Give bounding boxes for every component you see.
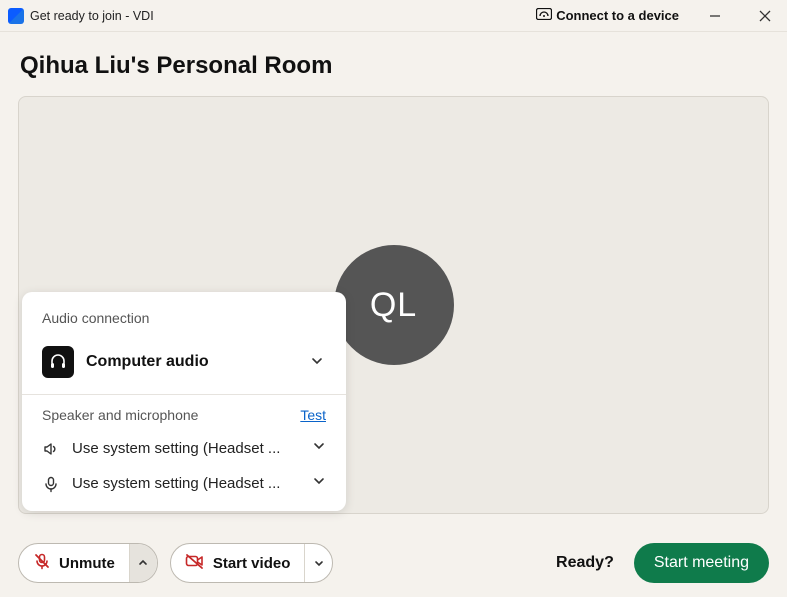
start-meeting-button[interactable]: Start meeting xyxy=(634,543,769,583)
chevron-down-icon xyxy=(310,354,326,370)
audio-popover-title: Audio connection xyxy=(22,310,346,340)
microphone-select[interactable]: Use system setting (Headset ... xyxy=(22,466,346,501)
test-audio-link[interactable]: Test xyxy=(300,407,326,423)
minimize-button[interactable] xyxy=(701,4,729,28)
camera-off-icon xyxy=(185,552,205,574)
room-title: Qihua Liu's Personal Room xyxy=(20,52,769,80)
speaker-select[interactable]: Use system setting (Headset ... xyxy=(22,431,346,466)
start-video-button[interactable]: Start video xyxy=(171,544,305,582)
start-video-options-button[interactable] xyxy=(304,544,332,582)
connect-device-label: Connect to a device xyxy=(556,8,679,23)
audio-connection-popover: Audio connection Computer audio Speaker … xyxy=(22,292,346,511)
bottom-control-bar: Unmute Start video Ready? Start meeting xyxy=(18,543,769,583)
chevron-down-icon xyxy=(312,474,326,493)
microphone-value: Use system setting (Headset ... xyxy=(72,475,300,492)
avatar-initials: QL xyxy=(370,286,417,325)
microphone-muted-icon xyxy=(33,552,51,574)
headset-icon xyxy=(42,346,74,378)
unmute-pill: Unmute xyxy=(18,543,158,583)
speaker-icon xyxy=(42,440,60,458)
unmute-button[interactable]: Unmute xyxy=(19,544,129,582)
ready-label: Ready? xyxy=(556,554,614,572)
start-video-pill: Start video xyxy=(170,543,334,583)
audio-option-label: Computer audio xyxy=(86,353,298,371)
audio-option-computer[interactable]: Computer audio xyxy=(22,340,346,395)
window-titlebar: Get ready to join - VDI Connect to a dev… xyxy=(0,0,787,32)
speaker-value: Use system setting (Headset ... xyxy=(72,440,300,457)
cast-icon xyxy=(536,8,552,23)
microphone-icon xyxy=(42,475,60,493)
unmute-label: Unmute xyxy=(59,555,115,572)
window-title: Get ready to join - VDI xyxy=(30,9,154,23)
speaker-mic-section-label: Speaker and microphone xyxy=(42,407,198,423)
unmute-options-button[interactable] xyxy=(129,544,157,582)
chevron-down-icon xyxy=(312,439,326,458)
start-video-label: Start video xyxy=(213,555,291,572)
close-button[interactable] xyxy=(751,4,779,28)
app-icon xyxy=(8,8,24,24)
avatar: QL xyxy=(334,245,454,365)
connect-device-button[interactable]: Connect to a device xyxy=(536,8,679,23)
